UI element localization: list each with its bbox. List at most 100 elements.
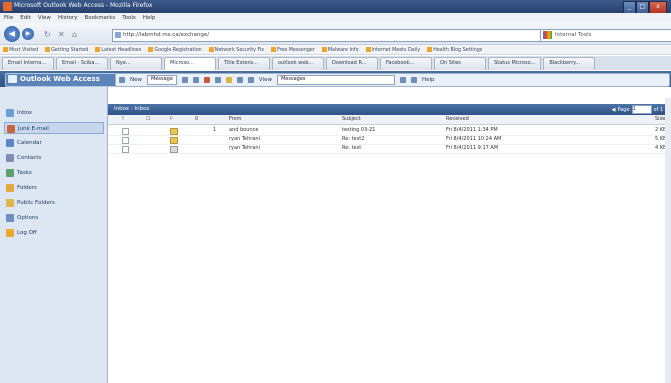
window-title-bar: Microsoft Outlook Web Access - Mozilla F… [0, 0, 671, 14]
browser-tab[interactable]: Email - Sciba... [56, 57, 108, 70]
column-from[interactable]: From [229, 116, 241, 122]
bookmark-item[interactable]: Free Messenger [271, 47, 315, 53]
previous-page-icon[interactable]: ◀ [612, 105, 616, 115]
menu-view[interactable]: View [38, 15, 51, 21]
nav-item-tasks[interactable]: Tasks [4, 167, 104, 179]
forward-icon[interactable]: ▶ [22, 28, 34, 40]
folder-title: Inbox - Inbox [114, 106, 150, 112]
browser-tab[interactable]: Title Extens... [218, 57, 270, 70]
message-received: Fri 8/4/2011 1:34 PM [446, 127, 498, 133]
back-icon[interactable]: ◀ [4, 26, 20, 42]
bookmark-item[interactable]: Google Registration [148, 47, 201, 53]
bookmark-item[interactable]: Getting Started [45, 47, 88, 53]
address-bar[interactable]: http://labmhd.ms.ca/exchange/ ☆ [112, 29, 548, 42]
menu-history[interactable]: History [58, 15, 78, 21]
nav-item-contacts[interactable]: Contacts [4, 152, 104, 164]
column-flag[interactable]: ⚐ [169, 116, 173, 122]
browser-tab[interactable]: On Sites [434, 57, 486, 70]
bookmark-item[interactable]: Latest Headlines [95, 47, 141, 53]
log-off-icon [6, 229, 14, 237]
search-engine-icon[interactable] [543, 31, 552, 39]
column-icon[interactable]: ☐ [146, 116, 150, 122]
folders-icon [6, 184, 14, 192]
menu-bookmarks[interactable]: Bookmarks [85, 15, 116, 21]
nav-item-label: Junk E-mail [18, 126, 49, 132]
message-received: Fri 8/4/2011 10:24 AM [446, 136, 502, 142]
browser-tab[interactable]: outlook web... [272, 57, 324, 70]
new-message-icon[interactable] [119, 77, 125, 83]
stop-icon[interactable]: ✕ [58, 30, 65, 39]
bookmark-item[interactable]: Network Security Fix [209, 47, 264, 53]
nav-item-calendar[interactable]: Calendar [4, 137, 104, 149]
page-number-input[interactable]: 1 [631, 105, 652, 114]
address-book-icon[interactable] [214, 77, 221, 83]
copy-icon[interactable] [192, 77, 199, 83]
view-select[interactable]: Messages [276, 75, 395, 85]
move-icon[interactable] [181, 77, 188, 83]
nav-item-label: Public Folders [17, 200, 55, 206]
message-checkbox[interactable] [122, 137, 129, 144]
menu-tools[interactable]: Tools [122, 15, 136, 21]
refresh-icon[interactable] [399, 77, 406, 83]
owa-logo: Outlook Web Access [5, 73, 125, 87]
message-checkbox[interactable] [122, 146, 129, 153]
view-label: View [258, 77, 272, 83]
help-icon[interactable] [410, 77, 417, 83]
owa-toolbar: New Message View Messages Help [115, 73, 670, 87]
bookmark-item[interactable]: Health Blog Settings [427, 47, 482, 53]
new-item-select[interactable]: Message [147, 75, 177, 85]
column-importance[interactable]: ! [122, 116, 124, 122]
bookmark-item[interactable]: Malware Info [322, 47, 359, 53]
page-label: Page [617, 106, 630, 113]
reply-icon[interactable] [236, 77, 243, 83]
nav-item-label: Tasks [17, 170, 32, 176]
owa-folder-nav: Inbox Junk E-mail Calendar Contacts Task… [0, 87, 108, 383]
browser-tab[interactable]: Download R... [326, 57, 378, 70]
message-attach: 1 [213, 127, 217, 133]
message-column-headers: ! ☐ ⚐ 0 From Subject Received Size [108, 115, 671, 125]
bookmark-item[interactable]: Most Visited [3, 47, 38, 53]
vertical-scrollbar[interactable] [665, 98, 671, 383]
bookmark-item[interactable]: Internet Meets Daily [366, 47, 421, 53]
nav-item-label: Calendar [17, 140, 42, 146]
reload-icon[interactable]: ↻ [44, 30, 51, 39]
outlook-logo-icon [8, 75, 17, 83]
nav-item-inbox[interactable]: Inbox [4, 107, 104, 119]
browser-tab[interactable]: Email Interna... [2, 57, 54, 70]
bookmarks-toolbar: Most Visited Getting Started Latest Head… [0, 45, 671, 55]
column-subject[interactable]: Subject [342, 116, 361, 122]
browser-tab[interactable]: Blackberry... [543, 57, 596, 70]
browser-tab[interactable]: Status Microso... [488, 57, 542, 70]
message-row[interactable]: ryan Tehrani Re: test Fri 8/4/2011 9:17 … [108, 144, 671, 154]
browser-tab[interactable]: Facebook... [380, 57, 432, 70]
help-label[interactable]: Help [422, 77, 435, 83]
pager: ◀ Page 1 of 1 ▶ [612, 105, 669, 114]
nav-item-folders[interactable]: Folders [4, 182, 104, 194]
column-attachment[interactable]: 0 [195, 116, 198, 122]
column-received[interactable]: Received [446, 116, 469, 122]
menu-help[interactable]: Help [143, 15, 156, 21]
message-subject: testing 03-21 [342, 127, 376, 133]
nav-item-log-off[interactable]: Log Off [4, 227, 104, 239]
menu-file[interactable]: File [4, 15, 13, 21]
browser-tab-active[interactable]: Microso... [164, 57, 216, 70]
column-size[interactable]: Size [655, 116, 665, 122]
nav-item-options[interactable]: Options [4, 212, 104, 224]
home-icon[interactable]: ⌂ [72, 30, 77, 39]
new-label[interactable]: New [130, 77, 142, 83]
message-checkbox[interactable] [122, 128, 129, 135]
browser-tab[interactable]: Nye... [110, 57, 162, 70]
owa-header: Outlook Web Access New Message View Mess… [0, 71, 671, 87]
check-messages-icon[interactable] [225, 77, 232, 83]
envelope-icon [170, 128, 178, 135]
nav-item-junk-email[interactable]: Junk E-mail [4, 122, 104, 134]
forward-message-icon[interactable] [247, 77, 254, 83]
menu-edit[interactable]: Edit [20, 15, 31, 21]
nav-item-public-folders[interactable]: Public Folders [4, 197, 104, 209]
search-box[interactable]: Internal Tools ⚲ [540, 29, 671, 42]
envelope-open-icon [170, 146, 178, 153]
firefox-icon [3, 2, 12, 11]
message-list-pane: Inbox - Inbox ◀ Page 1 of 1 ▶ ! ☐ ⚐ 0 Fr… [108, 87, 671, 383]
calendar-icon [6, 139, 14, 147]
delete-icon[interactable] [203, 77, 210, 83]
